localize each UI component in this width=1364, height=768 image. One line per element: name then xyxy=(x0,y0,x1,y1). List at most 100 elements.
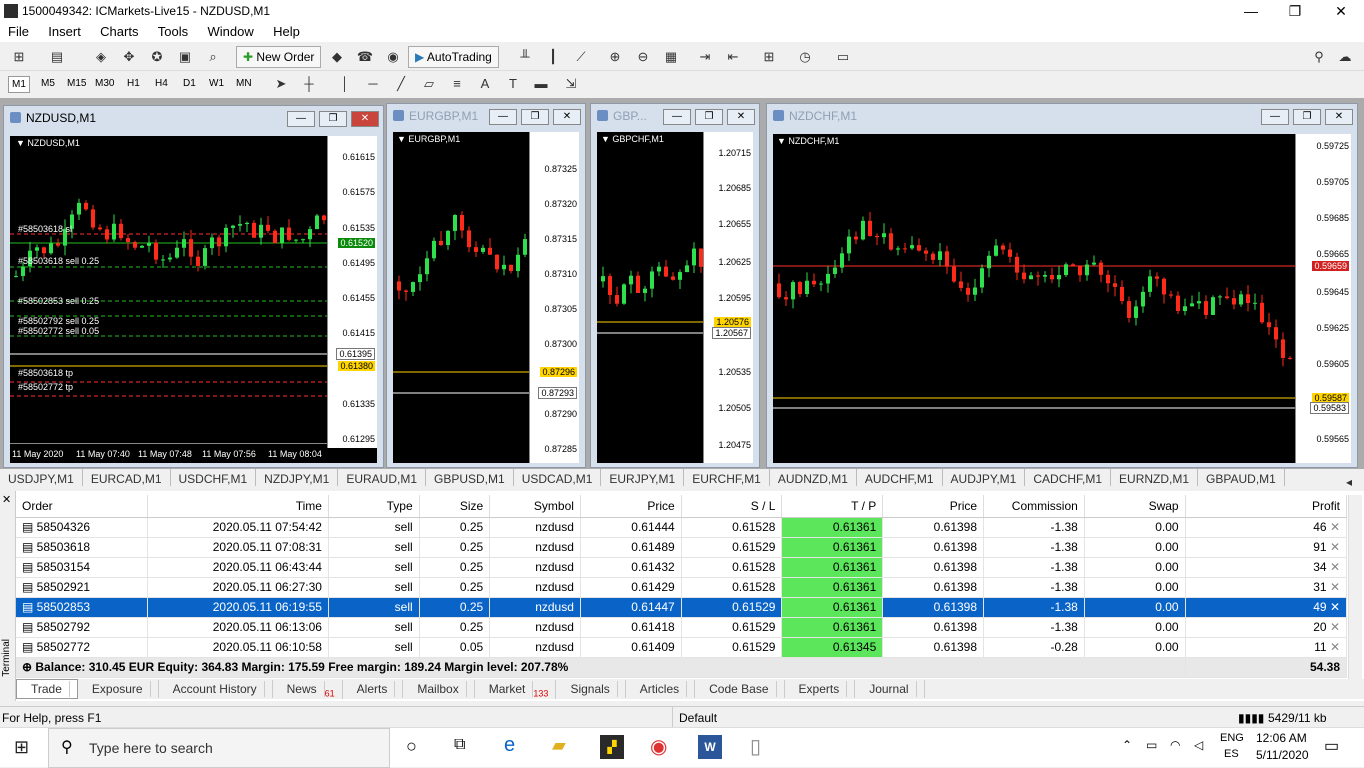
terminal-tab[interactable]: Trade xyxy=(16,679,78,699)
symbol-tab[interactable]: EURCAD,M1 xyxy=(83,469,171,486)
terminal-tab[interactable]: Mailbox xyxy=(403,680,475,698)
column-header[interactable]: Swap xyxy=(1084,495,1186,518)
clock-date[interactable]: 5/11/2020 xyxy=(1256,748,1309,762)
column-header[interactable]: Type xyxy=(328,495,420,518)
menu-insert[interactable]: Insert xyxy=(40,22,89,41)
column-header[interactable]: Size xyxy=(419,495,491,518)
terminal-tab[interactable]: Experts xyxy=(785,680,856,698)
autotrading-button[interactable]: ▶ AutoTrading xyxy=(408,46,499,68)
chart-window-gbpchf[interactable]: GBP... — ❐ ✕ ▼ GBPCHF,M1 1.20715 1.20685 1… xyxy=(590,103,760,468)
chart-minimize-button[interactable]: — xyxy=(489,109,517,125)
close-order-icon[interactable]: ✕ xyxy=(1327,600,1340,614)
vertical-scrollbar[interactable] xyxy=(1348,495,1362,681)
edge-icon[interactable]: e xyxy=(504,734,515,757)
chart-window-nzdusd[interactable]: NZDUSD,M1 — ❐ ✕ ▼ NZDUSD,M1 0.61615 0.6157… xyxy=(3,105,384,468)
file-explorer-icon[interactable]: ▰ xyxy=(552,735,566,756)
blank-document-icon[interactable]: ▯ xyxy=(750,734,761,759)
chart-restore-button[interactable]: ❐ xyxy=(695,109,723,125)
zoom-in-icon[interactable]: ⊕ xyxy=(606,48,624,66)
zoom-out-icon[interactable]: ⊖ xyxy=(634,48,652,66)
wifi-icon[interactable]: ◠ xyxy=(1170,738,1180,752)
terminal-icon[interactable]: ▣ xyxy=(176,48,194,66)
arrows-icon[interactable]: ⇲ xyxy=(562,75,580,93)
tray-chevron-icon[interactable]: ⌃ xyxy=(1122,738,1132,752)
menu-file[interactable]: File xyxy=(0,22,37,41)
rectangle-icon[interactable]: ▬ xyxy=(532,75,550,93)
close-order-icon[interactable]: ✕ xyxy=(1327,540,1340,554)
metaeditor-icon[interactable]: ◆ xyxy=(328,48,346,66)
tf-m15[interactable]: M15 xyxy=(64,76,89,91)
symbol-tab[interactable]: GBPAUD,M1 xyxy=(1198,469,1285,486)
navigator-icon[interactable]: ✪ xyxy=(148,48,166,66)
table-row[interactable]: ▤ 58503618 2020.05.11 07:08:31 sell 0.25 nzd… xyxy=(16,537,1348,558)
column-header[interactable]: Order xyxy=(16,495,148,518)
column-header[interactable]: Time xyxy=(147,495,329,518)
chart-close-button[interactable]: ✕ xyxy=(351,111,379,127)
indicators-icon[interactable]: ⊞ xyxy=(760,48,778,66)
tf-d1[interactable]: D1 xyxy=(180,76,199,91)
table-row[interactable]: ▤ 58502853 2020.05.11 06:19:55 sell 0.25 nzd… xyxy=(16,597,1348,618)
autoscroll-icon[interactable]: ⇥ xyxy=(696,48,714,66)
tf-mn[interactable]: MN xyxy=(233,76,255,91)
table-row[interactable]: ▤ 58502921 2020.05.11 06:27:30 sell 0.25 nzd… xyxy=(16,577,1348,598)
trendline-icon[interactable]: ╱ xyxy=(392,75,410,93)
table-row[interactable]: ▤ 58502792 2020.05.11 06:13:06 sell 0.25 nzd… xyxy=(16,617,1348,638)
column-header[interactable]: S / L xyxy=(681,495,783,518)
terminal-tab[interactable]: News 61 xyxy=(273,680,343,700)
tf-m5[interactable]: M5 xyxy=(38,76,58,91)
terminal-tab[interactable]: Alerts xyxy=(343,680,404,698)
symbol-tab[interactable]: EURNZD,M1 xyxy=(1111,469,1199,486)
horizontal-line-icon[interactable]: ─ xyxy=(364,75,382,93)
chart-plot[interactable]: ▼ NZDUSD,M1 0.61615 0.61575 0.61535 0.61… xyxy=(10,136,377,463)
close-button[interactable]: ✕ xyxy=(1318,1,1364,21)
terminal-tab[interactable]: Account History xyxy=(159,680,273,698)
menu-help[interactable]: Help xyxy=(265,22,308,41)
table-row[interactable]: ▤ 58503154 2020.05.11 06:43:44 sell 0.25 nzd… xyxy=(16,557,1348,578)
search-icon[interactable]: ⚲ xyxy=(1310,48,1328,66)
cortana-icon[interactable]: ○ xyxy=(406,736,417,757)
tf-h4[interactable]: H4 xyxy=(152,76,171,91)
column-header[interactable]: Price xyxy=(580,495,682,518)
close-order-icon[interactable]: ✕ xyxy=(1327,580,1340,594)
symbol-tab[interactable]: EURJPY,M1 xyxy=(601,469,685,486)
column-header[interactable]: T / P xyxy=(781,495,884,518)
close-order-icon[interactable]: ✕ xyxy=(1327,560,1340,574)
column-header[interactable]: Profit xyxy=(1185,495,1348,518)
column-header[interactable]: Symbol xyxy=(489,495,581,518)
notifications-icon[interactable]: ▭ xyxy=(1324,736,1339,756)
data-window-icon[interactable]: ✥ xyxy=(120,48,138,66)
maximize-button[interactable]: ❐ xyxy=(1272,1,1318,21)
close-order-icon[interactable]: ✕ xyxy=(1327,620,1340,634)
tf-m30[interactable]: M30 xyxy=(92,76,117,91)
text-label-icon[interactable]: T xyxy=(504,75,522,93)
column-header[interactable]: Commission xyxy=(983,495,1085,518)
new-order-button[interactable]: ✚ New Order xyxy=(236,46,322,68)
templates-icon[interactable]: ▭ xyxy=(834,48,852,66)
market-watch-icon[interactable]: ◈ xyxy=(92,48,110,66)
minimize-button[interactable]: — xyxy=(1228,1,1274,21)
symbol-tab[interactable]: NZDJPY,M1 xyxy=(256,469,339,486)
table-row[interactable]: ▤ 58504326 2020.05.11 07:54:42 sell 0.25 nzd… xyxy=(16,517,1348,538)
terminal-tab[interactable]: Market 133 xyxy=(475,680,557,700)
chart-close-button[interactable]: ✕ xyxy=(553,109,581,125)
chat-icon[interactable]: ☁ xyxy=(1336,48,1354,66)
strategy-tester-icon[interactable]: ⌕ xyxy=(204,48,222,66)
symbol-tab[interactable]: EURCHF,M1 xyxy=(684,469,770,486)
chart-close-button[interactable]: ✕ xyxy=(1325,109,1353,125)
terminal-tab[interactable]: Code Base xyxy=(695,680,785,698)
crosshair-icon[interactable]: ┼ xyxy=(300,75,318,93)
menu-tools[interactable]: Tools xyxy=(150,22,196,41)
metatrader-icon[interactable]: ▞ xyxy=(600,735,624,759)
column-header[interactable]: Price xyxy=(882,495,985,518)
chart-minimize-button[interactable]: — xyxy=(663,109,691,125)
profiles-icon[interactable]: ▤ xyxy=(48,48,66,66)
fibonacci-icon[interactable]: ≡ xyxy=(448,75,466,93)
tf-h1[interactable]: H1 xyxy=(124,76,143,91)
volume-icon[interactable]: ◁ xyxy=(1194,738,1203,752)
chart-plot[interactable]: ▼ NZDCHF,M1 0.59725 0.59705 0.59685 0.59… xyxy=(773,134,1351,463)
terminal-tab[interactable]: Exposure xyxy=(78,680,159,698)
symbol-tab[interactable]: AUDCHF,M1 xyxy=(857,469,943,486)
chart-restore-button[interactable]: ❐ xyxy=(1293,109,1321,125)
chart-window-eurgbp[interactable]: EURGBP,M1 — ❐ ✕ ▼ EURGBP,M1 0.87325 0.8732… xyxy=(386,103,586,468)
windows-start-icon[interactable]: ⊞ xyxy=(14,737,29,758)
